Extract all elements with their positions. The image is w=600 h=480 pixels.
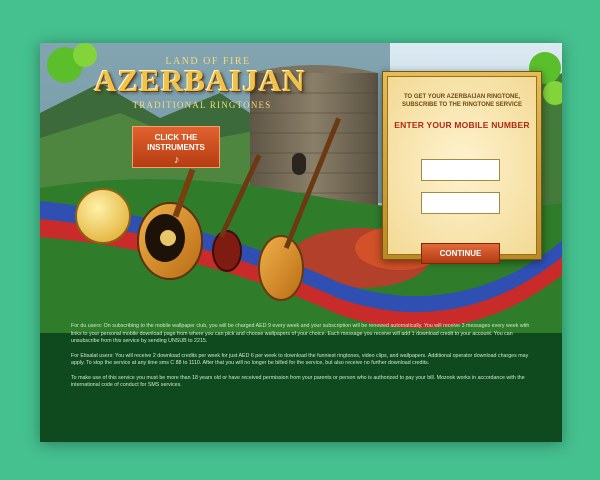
mobile-number-input-1[interactable] bbox=[421, 159, 500, 181]
logo-title: AZERBAIJAN bbox=[94, 63, 306, 98]
landing-page: LAND OF FIRE AZERBAIJAN TRADITIONAL RING… bbox=[40, 43, 562, 442]
terms-du: For du users: On subscribing to the mobi… bbox=[71, 323, 530, 344]
mobile-number-input-2[interactable] bbox=[421, 192, 500, 214]
logo-tagline-bottom: TRADITIONAL RINGTONES bbox=[132, 100, 272, 110]
continue-button[interactable]: CONTINUE bbox=[421, 243, 500, 264]
terms-age: To make use of this service you must be … bbox=[71, 374, 525, 389]
subscribe-heading: TO GET YOUR AZERBAIJAN RINGTONE, SUBSCRI… bbox=[401, 94, 523, 108]
subscribe-panel: TO GET YOUR AZERBAIJAN RINGTONE, SUBSCRI… bbox=[382, 71, 542, 264]
click-instruments-label: CLICK THE INSTRUMENTS bbox=[147, 133, 205, 152]
treble-clef-icon: ♪ bbox=[174, 154, 180, 166]
terms-text: For du users: On subscribing to the mobi… bbox=[71, 323, 533, 397]
drum-instrument bbox=[75, 188, 131, 244]
enter-mobile-title: ENTER YOUR MOBILE NUMBER bbox=[394, 120, 530, 130]
subscribe-panel-inner: TO GET YOUR AZERBAIJAN RINGTONE, SUBSCRI… bbox=[387, 76, 537, 264]
terms-etisalat: For Etisalat users: You will receive 2 d… bbox=[71, 352, 529, 367]
